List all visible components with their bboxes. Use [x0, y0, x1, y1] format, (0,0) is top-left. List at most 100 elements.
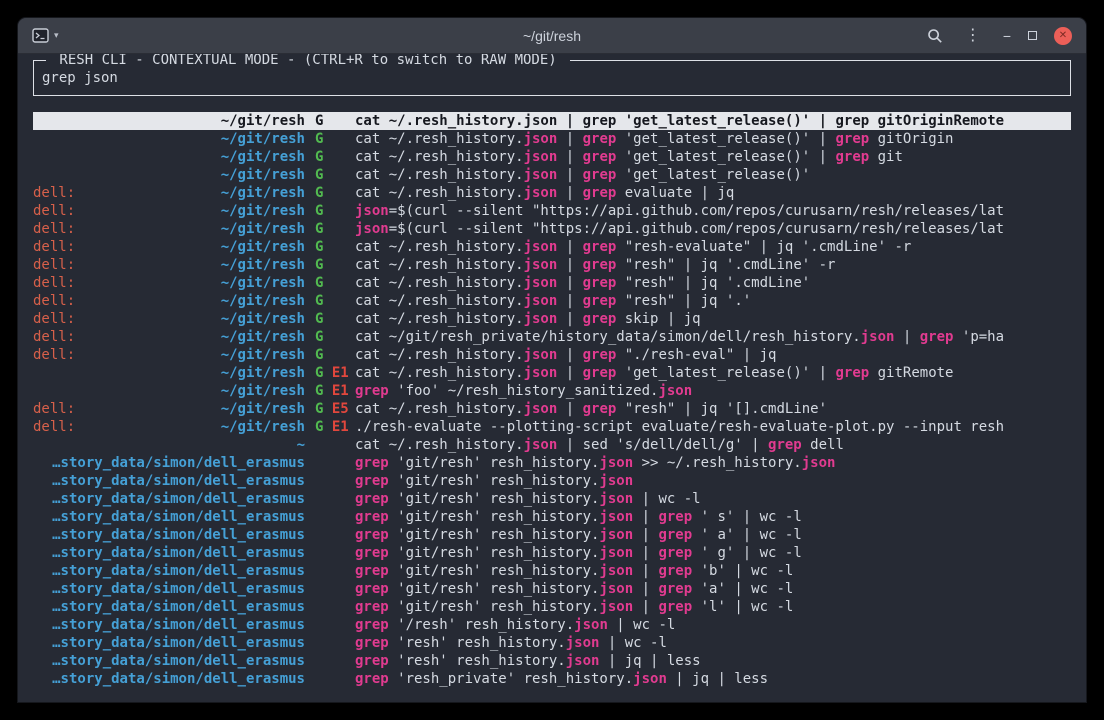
history-row[interactable]: …story_data/simon/dell_erasmusgrep 'git/… [33, 526, 1071, 544]
history-row[interactable]: dell:~/git/reshGcat ~/.resh_history.json… [33, 346, 1071, 364]
directory-label: ~/git/resh [221, 238, 305, 256]
status-flags [305, 598, 355, 616]
git-flag: G [315, 167, 323, 183]
query-match: grep [355, 599, 389, 615]
app-menu-button[interactable]: ▾ [32, 28, 59, 43]
directory-label: ~/git/resh [221, 256, 305, 274]
status-flags [305, 652, 355, 670]
close-icon: ✕ [1059, 27, 1067, 45]
directory-label: …story_data/simon/dell_erasmus [52, 652, 305, 670]
query-match: grep [355, 383, 389, 399]
query-match: json [524, 347, 558, 363]
history-row[interactable]: …story_data/simon/dell_erasmus grep 'git/… [33, 598, 1071, 616]
history-row[interactable]: ~cat ~/.resh_history.json | sed 's/dell/… [33, 436, 1071, 454]
menu-button[interactable]: ⋮ [965, 28, 981, 44]
status-flags: G [305, 328, 355, 346]
history-row[interactable]: …story_data/simon/dell_erasmus grep 'resh… [33, 634, 1071, 652]
history-row[interactable]: dell:~/git/reshGjson=$(curl --silent "ht… [33, 202, 1071, 220]
history-row[interactable]: dell:~/git/reshGcat ~/.resh_history.json… [33, 274, 1071, 292]
query-match: json [524, 167, 558, 183]
query-match: json [599, 527, 633, 543]
minimize-button[interactable]: − [1003, 31, 1011, 41]
history-row[interactable]: dell:~/git/reshGcat ~/.resh_history.json… [33, 310, 1071, 328]
history-row[interactable]: dell:~/git/reshG E5cat ~/.resh_history.j… [33, 400, 1071, 418]
history-row[interactable]: dell:~/git/reshGcat ~/.resh_history.json… [33, 256, 1071, 274]
terminal-content: RESH CLI - CONTEXTUAL MODE - (CTRL+R to … [18, 54, 1086, 702]
command-text: grep 'git/resh' resh_history.json | grep… [355, 598, 1071, 616]
query-match: grep [658, 563, 692, 579]
history-rows: ~/git/reshGcat ~/.resh_history.json | gr… [33, 112, 1071, 688]
history-row[interactable]: …story_data/simon/dell_erasmusgrep '/res… [33, 616, 1071, 634]
history-row[interactable]: …story_data/simon/dell_erasmusgrep 'git/… [33, 490, 1071, 508]
command-text: grep 'git/resh' resh_history.json | grep… [355, 544, 1071, 562]
query-match: grep [583, 185, 617, 201]
search-query-input[interactable]: grep json [42, 69, 1062, 87]
directory-label: …story_data/simon/dell_erasmus [52, 472, 305, 490]
title-bar[interactable]: ▾ ~/git/resh ⋮ − ✕ [18, 18, 1086, 54]
host-label: dell: [33, 310, 75, 328]
history-row[interactable]: dell:~/git/reshG E1./resh-evaluate --plo… [33, 418, 1071, 436]
query-match: grep [658, 581, 692, 597]
directory-label: …story_data/simon/dell_erasmus [52, 580, 305, 598]
command-text: grep 'resh' resh_history.json | wc -l [355, 634, 1071, 652]
history-row[interactable]: dell:~/git/reshGcat ~/git/resh_private/h… [33, 328, 1071, 346]
history-row[interactable]: dell:~/git/reshGcat ~/.resh_history.json… [33, 184, 1071, 202]
status-flags [305, 670, 355, 688]
status-flags [305, 634, 355, 652]
history-row[interactable]: …story_data/simon/dell_erasmusgrep 'git/… [33, 472, 1071, 490]
query-match: grep [658, 509, 692, 525]
command-text: cat ~/git/resh_private/history_data/simo… [355, 328, 1071, 346]
query-match: grep [583, 167, 617, 183]
history-row[interactable]: ~/git/reshGcat ~/.resh_history.json | gr… [33, 130, 1071, 148]
status-flags [305, 436, 355, 454]
query-match: json [355, 221, 389, 237]
history-row[interactable]: …story_data/simon/dell_erasmusgrep 'git/… [33, 454, 1071, 472]
row-context: ~/git/resh [33, 130, 305, 148]
error-flag: E1 [323, 419, 348, 435]
command-text: cat ~/.resh_history.json | grep "resh" |… [355, 292, 1071, 310]
directory-label: …story_data/simon/dell_erasmus [52, 634, 305, 652]
directory-label: …story_data/simon/dell_erasmus [52, 598, 305, 616]
history-row[interactable]: …story_data/simon/dell_erasmusgrep 'git/… [33, 508, 1071, 526]
history-row[interactable]: …story_data/simon/dell_erasmus grep 'git/… [33, 544, 1071, 562]
history-row[interactable]: ~/git/reshGcat ~/.resh_history.json | gr… [33, 148, 1071, 166]
kebab-icon: ⋮ [965, 28, 981, 44]
status-flags: G [305, 112, 355, 130]
query-match: json [599, 509, 633, 525]
history-row[interactable]: …story_data/simon/dell_erasmusgrep 'git/… [33, 562, 1071, 580]
row-context: …story_data/simon/dell_erasmus [33, 616, 305, 634]
history-row[interactable]: …story_data/simon/dell_erasmusgrep 'resh… [33, 670, 1071, 688]
status-flags: G E1 [305, 364, 355, 382]
query-match: json [524, 131, 558, 147]
status-flags [305, 544, 355, 562]
query-match: grep [583, 275, 617, 291]
history-row[interactable]: …story_data/simon/dell_erasmusgrep 'resh… [33, 652, 1071, 670]
history-row[interactable]: ~/git/reshG E1cat ~/.resh_history.json |… [33, 364, 1071, 382]
history-row-selected[interactable]: ~/git/reshGcat ~/.resh_history.json | gr… [33, 112, 1071, 130]
query-match: grep [583, 113, 617, 129]
host-label: dell: [33, 400, 75, 418]
history-row[interactable]: dell:~/git/reshGcat ~/.resh_history.json… [33, 292, 1071, 310]
row-context: dell:~/git/resh [33, 418, 305, 436]
history-row[interactable]: ~/git/reshG E1grep 'foo' ~/resh_history_… [33, 382, 1071, 400]
status-flags: G [305, 148, 355, 166]
search-button[interactable] [927, 28, 943, 44]
row-context: …story_data/simon/dell_erasmus [33, 544, 305, 562]
query-match: json [524, 257, 558, 273]
status-flags: G [305, 184, 355, 202]
git-flag: G [315, 185, 323, 201]
history-row[interactable]: …story_data/simon/dell_erasmusgrep 'git/… [33, 580, 1071, 598]
status-flags: G [305, 346, 355, 364]
close-button[interactable]: ✕ [1054, 27, 1072, 45]
command-text: cat ~/.resh_history.json | grep 'get_lat… [355, 166, 1071, 184]
directory-label: ~/git/resh [221, 364, 305, 382]
title-bar-right: ⋮ − ✕ [927, 27, 1086, 45]
history-row[interactable]: dell:~/git/reshGjson=$(curl --silent "ht… [33, 220, 1071, 238]
command-text: cat ~/.resh_history.json | grep 'get_lat… [355, 364, 1071, 382]
history-row[interactable]: dell:~/git/reshGcat ~/.resh_history.json… [33, 238, 1071, 256]
minimize-icon: − [1003, 31, 1011, 41]
directory-label: ~/git/resh [221, 292, 305, 310]
restore-button[interactable] [1028, 31, 1037, 40]
restore-icon [1028, 31, 1037, 40]
history-row[interactable]: ~/git/reshGcat ~/.resh_history.json | gr… [33, 166, 1071, 184]
